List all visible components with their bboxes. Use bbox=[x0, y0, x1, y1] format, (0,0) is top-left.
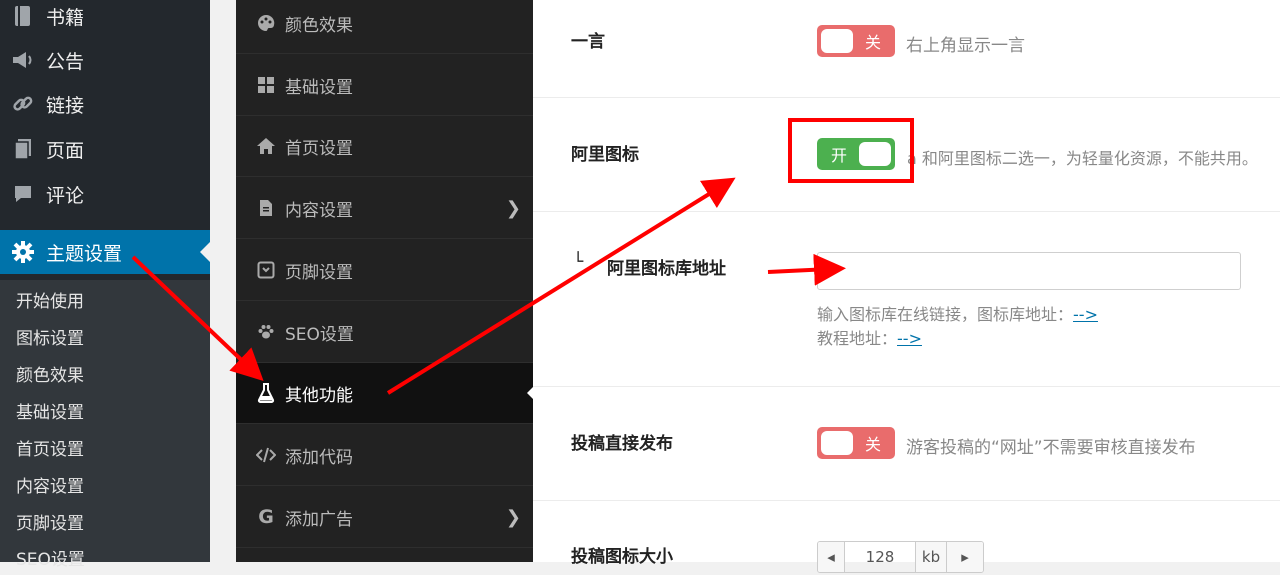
tab-add-code-label: 添加代码 bbox=[285, 447, 353, 468]
menu-item-books-label: 书籍 bbox=[46, 6, 85, 29]
tab-color-effects[interactable]: 颜色效果 bbox=[236, 0, 533, 54]
menu-item-theme-settings[interactable]: 主题设置 bbox=[0, 230, 210, 274]
post-icon-size-unit: kb bbox=[916, 542, 947, 572]
ali-icon-help: a 和阿里图标二选一，为轻量化资源，不能共用。 bbox=[907, 149, 1258, 168]
post-direct-switch-text: 关 bbox=[864, 435, 881, 454]
option-row-yiyan: 一言 关 右上角显示一言 bbox=[533, 0, 1280, 98]
grid-icon bbox=[256, 75, 276, 95]
ali-icon-url-prefix: └ bbox=[573, 252, 584, 272]
ali-icon-label: 阿里图标 bbox=[571, 145, 639, 165]
yiyan-switch[interactable]: 关 bbox=[817, 25, 895, 57]
submenu-getting-started[interactable]: 开始使用 bbox=[16, 287, 84, 317]
tab-basic-settings[interactable]: 基础设置 bbox=[236, 55, 533, 116]
menu-item-comments-label: 评论 bbox=[46, 184, 85, 207]
ali-icon-switch-text: 开 bbox=[831, 146, 848, 165]
menu-item-pages[interactable]: 页面 bbox=[0, 127, 210, 171]
menu-item-links[interactable]: 链接 bbox=[0, 82, 210, 126]
tutorial-link[interactable]: --> bbox=[897, 329, 922, 348]
tab-color-effects-label: 颜色效果 bbox=[285, 15, 353, 36]
paw-icon bbox=[256, 322, 276, 342]
wp-admin-sidebar: 书籍 公告 链接 页面 评论 主题设置 开始使用 图标设置 颜色效果 基础设置 … bbox=[0, 0, 210, 570]
submenu-home-settings[interactable]: 首页设置 bbox=[16, 435, 84, 465]
ali-icon-switch[interactable]: 开 bbox=[817, 138, 895, 170]
post-icon-size-stepper[interactable]: ◂ 128 kb ▸ bbox=[817, 541, 984, 573]
yiyan-help: 右上角显示一言 bbox=[906, 36, 1025, 56]
content-gap bbox=[210, 0, 236, 562]
option-row-post-direct: 投稿直接发布 关 游客投稿的“网址”不需要审核直接发布 bbox=[533, 387, 1280, 501]
post-direct-label: 投稿直接发布 bbox=[571, 434, 673, 454]
option-row-ali-icon: 阿里图标 开 a 和阿里图标二选一，为轻量化资源，不能共用。 bbox=[533, 98, 1280, 212]
ali-icon-url-help-1-text: 输入图标库在线链接，图标库地址： bbox=[817, 305, 1074, 324]
post-icon-size-label: 投稿图标大小 bbox=[571, 547, 673, 567]
menu-item-links-label: 链接 bbox=[46, 94, 85, 117]
chevron-right-icon: ❯ bbox=[505, 197, 521, 219]
tab-footer-settings-label: 页脚设置 bbox=[285, 262, 353, 283]
chevron-right-icon: ❯ bbox=[505, 506, 521, 528]
increment-button[interactable]: ▸ bbox=[947, 542, 983, 572]
post-direct-help: 游客投稿的“网址”不需要审核直接发布 bbox=[906, 438, 1196, 458]
switch-knob bbox=[859, 142, 891, 166]
submenu-color-effects[interactable]: 颜色效果 bbox=[16, 361, 84, 391]
options-nav: 颜色效果 基础设置 首页设置 内容设置 ❯ 页脚设置 SEO设置 其他功能 添加… bbox=[236, 0, 533, 562]
ali-icon-url-input[interactable] bbox=[817, 252, 1241, 290]
menu-item-announcements-label: 公告 bbox=[46, 50, 85, 73]
decrement-button[interactable]: ◂ bbox=[818, 542, 845, 572]
post-direct-switch[interactable]: 关 bbox=[817, 427, 895, 459]
flask-icon bbox=[256, 383, 276, 403]
tab-home-settings[interactable]: 首页设置 bbox=[236, 116, 533, 177]
icon-library-link[interactable]: --> bbox=[1073, 305, 1098, 324]
ali-icon-url-help-2-text: 教程地址： bbox=[817, 329, 898, 348]
yiyan-switch-text: 关 bbox=[864, 33, 881, 52]
book-icon bbox=[10, 3, 36, 29]
tab-add-code[interactable]: 添加代码 bbox=[236, 425, 533, 486]
option-row-ali-icon-url: └ 阿里图标库地址 输入图标库在线链接，图标库地址：--> 教程地址：--> bbox=[533, 212, 1280, 387]
tab-add-ads[interactable]: G 添加广告 ❯ bbox=[236, 487, 533, 548]
gear-icon bbox=[10, 239, 36, 265]
tab-seo-settings[interactable]: SEO设置 bbox=[236, 302, 533, 363]
tab-basic-settings-label: 基础设置 bbox=[285, 77, 353, 98]
pages-icon bbox=[10, 136, 36, 162]
menu-item-comments[interactable]: 评论 bbox=[0, 172, 210, 216]
post-icon-size-value[interactable]: 128 bbox=[845, 542, 916, 572]
tab-content-settings-label: 内容设置 bbox=[285, 200, 353, 221]
tab-footer-settings[interactable]: 页脚设置 bbox=[236, 240, 533, 301]
theme-settings-submenu: 开始使用 图标设置 颜色效果 基础设置 首页设置 内容设置 页脚设置 SEO设置 bbox=[0, 280, 210, 570]
submenu-basic-settings[interactable]: 基础设置 bbox=[16, 398, 84, 428]
tab-other-features-label: 其他功能 bbox=[285, 385, 353, 406]
ali-icon-url-help-1: 输入图标库在线链接，图标库地址：--> bbox=[817, 301, 1098, 325]
switch-knob bbox=[821, 431, 853, 455]
menu-item-books[interactable]: 书籍 bbox=[0, 0, 210, 38]
tab-content-settings[interactable]: 内容设置 ❯ bbox=[236, 178, 533, 239]
document-icon bbox=[256, 198, 276, 218]
megaphone-icon bbox=[10, 47, 36, 73]
switch-knob bbox=[821, 29, 853, 53]
tab-add-ads-label: 添加广告 bbox=[285, 509, 353, 530]
ali-icon-url-help-2: 教程地址：--> bbox=[817, 325, 922, 349]
yiyan-label: 一言 bbox=[571, 32, 605, 52]
menu-item-pages-label: 页面 bbox=[46, 139, 85, 162]
menu-item-theme-settings-label: 主题设置 bbox=[46, 242, 123, 265]
footer-icon bbox=[256, 260, 276, 280]
options-content: 一言 关 右上角显示一言 阿里图标 开 a 和阿里图标二选一，为轻量化资源，不能… bbox=[533, 0, 1280, 573]
submenu-content-settings[interactable]: 内容设置 bbox=[16, 472, 84, 502]
code-icon bbox=[256, 445, 276, 465]
ali-icon-url-label: 阿里图标库地址 bbox=[607, 259, 726, 279]
submenu-icon-settings[interactable]: 图标设置 bbox=[16, 324, 84, 354]
tab-other-features[interactable]: 其他功能 bbox=[236, 363, 533, 424]
menu-item-announcements[interactable]: 公告 bbox=[0, 38, 210, 82]
palette-icon bbox=[256, 13, 276, 33]
tab-home-settings-label: 首页设置 bbox=[285, 138, 353, 159]
tab-seo-settings-label: SEO设置 bbox=[285, 324, 354, 345]
link-icon bbox=[10, 91, 36, 117]
comment-icon bbox=[10, 181, 36, 207]
google-icon: G bbox=[258, 506, 274, 528]
submenu-seo-settings[interactable]: SEO设置 bbox=[16, 545, 85, 575]
home-icon bbox=[256, 136, 276, 156]
submenu-footer-settings[interactable]: 页脚设置 bbox=[16, 509, 84, 539]
